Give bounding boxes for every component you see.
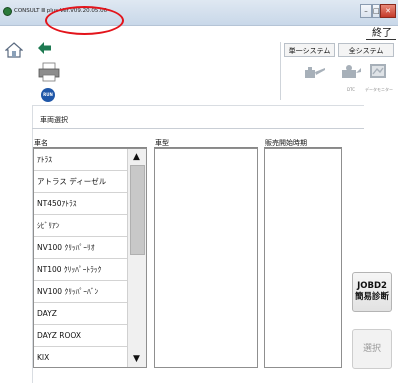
scroll-thumb[interactable]: [130, 165, 145, 255]
toolbar-bottom-line: [32, 105, 364, 106]
dtc-icon[interactable]: [340, 62, 362, 82]
run-indicator-icon[interactable]: RUN: [41, 88, 55, 102]
toolbar-divider: [280, 42, 281, 100]
list-item[interactable]: NV100 ｸﾘｯﾊﾟｰﾊﾞﾝ: [34, 281, 130, 303]
data-monitor-icon[interactable]: [368, 62, 388, 82]
list-item[interactable]: ｼﾋﾞﾘｱﾝ: [34, 215, 130, 237]
minimize-button[interactable]: –: [360, 4, 372, 18]
jobd2-label-line2: 簡易診断: [354, 292, 389, 302]
list-item[interactable]: KIX: [34, 347, 130, 367]
list-item[interactable]: NV100 ｸﾘｯﾊﾟｰﾘｵ: [34, 237, 130, 259]
close-button[interactable]: ✕: [380, 4, 396, 18]
quit-underline: [366, 39, 396, 40]
list-item[interactable]: ｱﾄﾗｽ: [34, 149, 130, 171]
home-icon[interactable]: [4, 42, 24, 58]
section-title: 車両選択: [40, 116, 68, 124]
model-list[interactable]: [154, 148, 258, 368]
minimize-icon: –: [364, 7, 368, 15]
oil-can-icon[interactable]: [299, 64, 327, 84]
app-icon: [3, 7, 12, 16]
list-item[interactable]: NT450ｱﾄﾗｽ: [34, 193, 130, 215]
list-item[interactable]: アトラス ディーゼル: [34, 171, 130, 193]
vehicle-list[interactable]: ｱﾄﾗｽ アトラス ディーゼル NT450ｱﾄﾗｽ ｼﾋﾞﾘｱﾝ NV100 ｸ…: [33, 148, 147, 368]
list-item[interactable]: DAYZ ROOX: [34, 325, 130, 347]
back-arrow-icon[interactable]: [38, 42, 52, 54]
maximize-button[interactable]: □: [372, 4, 380, 18]
list-scrollbar[interactable]: ▲ ▼: [127, 149, 146, 367]
list-item[interactable]: DAYZ: [34, 303, 130, 325]
jobd2-label-line1: JOBD2: [357, 281, 387, 291]
select-button[interactable]: 選択: [352, 329, 392, 369]
version-highlight-circle: [45, 6, 124, 35]
scroll-down-icon[interactable]: ▼: [128, 351, 145, 367]
list-item[interactable]: NT100 ｸﾘｯﾊﾟｰﾄﾗｯｸ: [34, 259, 130, 281]
all-system-button[interactable]: 全システム: [338, 43, 394, 57]
dtc-label: DTC: [346, 87, 356, 92]
close-icon: ✕: [385, 7, 391, 15]
jobd2-quick-diagnosis-button[interactable]: JOBD2 簡易診断: [352, 272, 392, 312]
maximize-icon: □: [373, 7, 380, 15]
scroll-up-icon[interactable]: ▲: [128, 149, 145, 165]
data-monitor-label: データモニター: [365, 87, 393, 92]
section-divider: [32, 128, 364, 129]
single-system-button[interactable]: 単一システム: [284, 43, 335, 57]
printer-icon[interactable]: [38, 62, 60, 82]
sale-start-list[interactable]: [264, 148, 342, 368]
